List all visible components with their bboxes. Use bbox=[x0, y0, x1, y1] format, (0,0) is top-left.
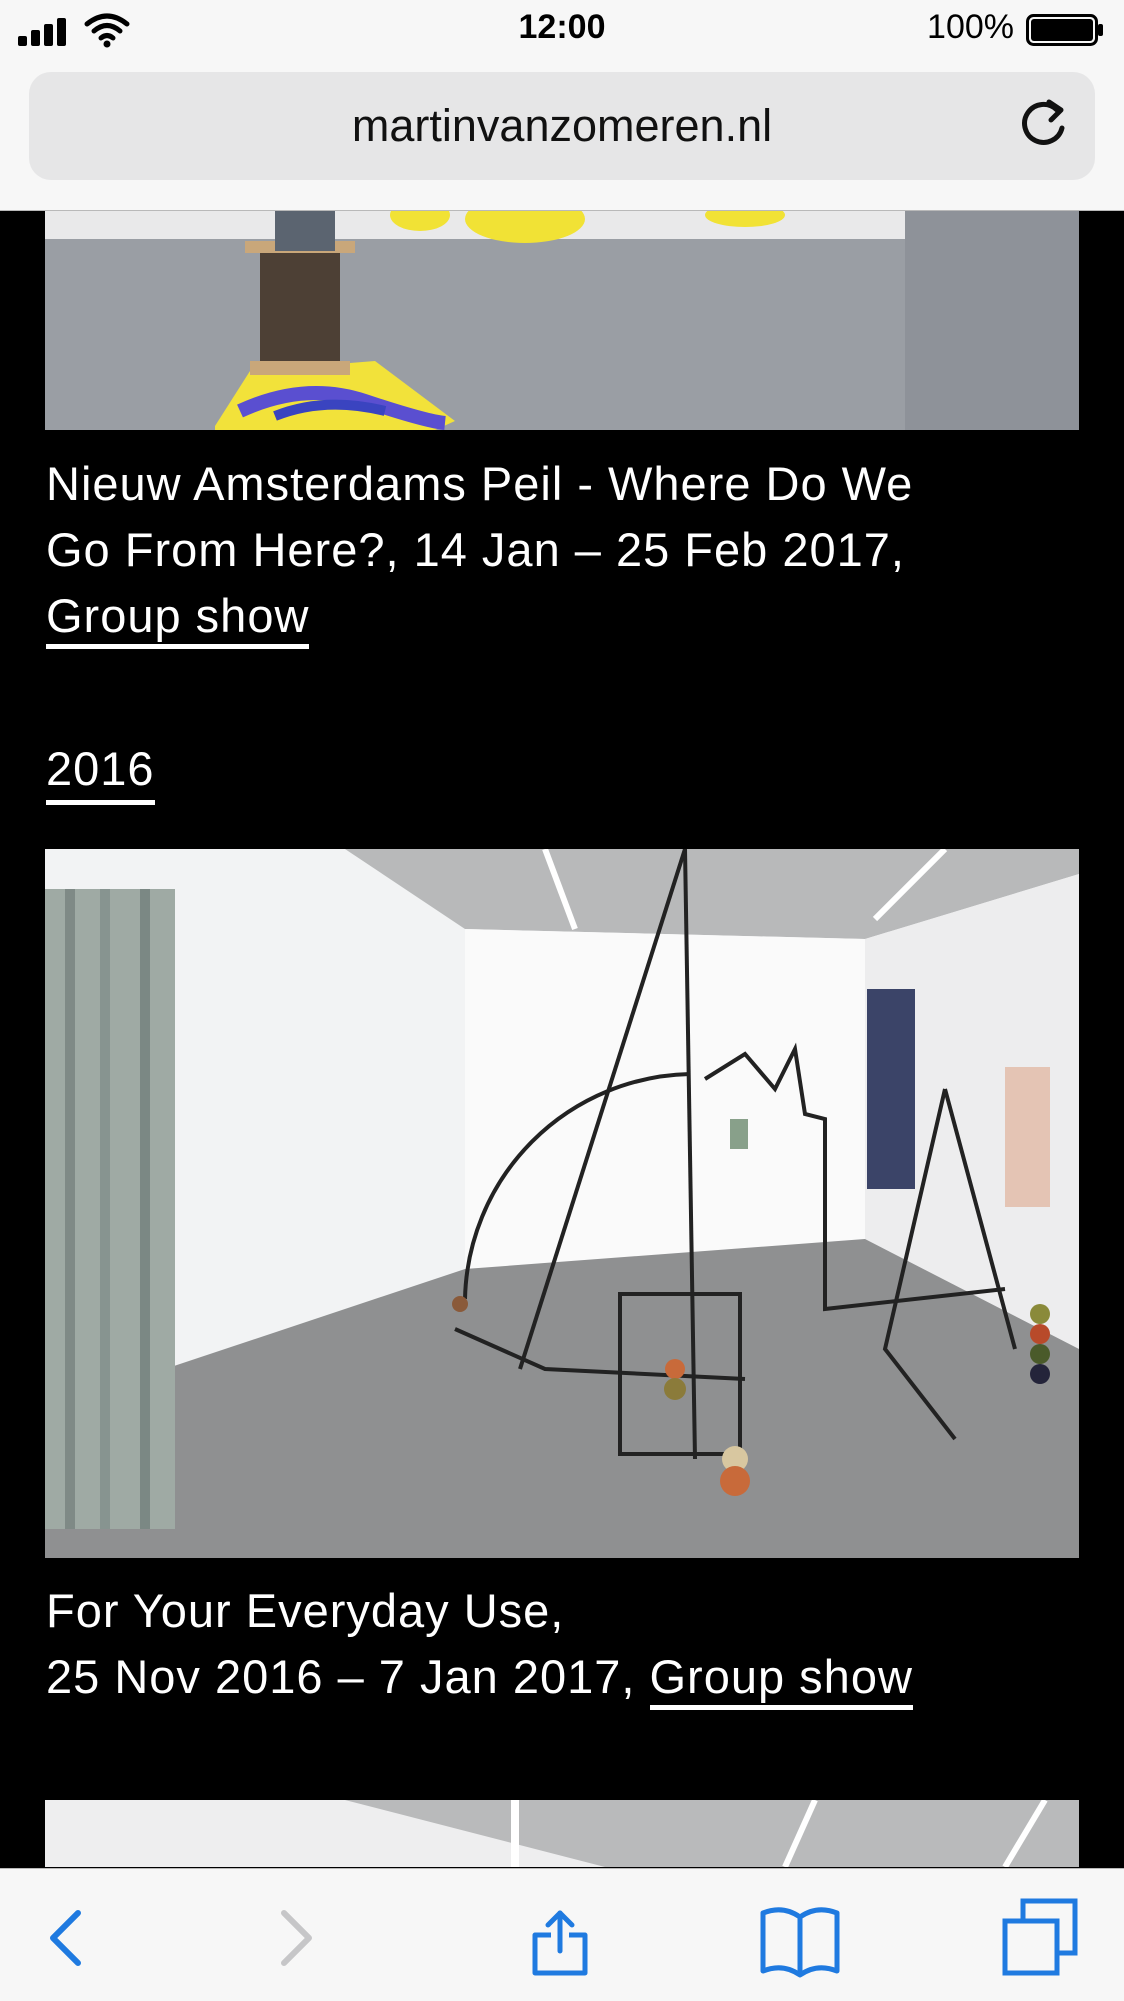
bookmarks-icon[interactable] bbox=[755, 1893, 845, 1983]
battery-icon bbox=[1026, 14, 1103, 46]
exhibition-caption-2: For Your Everyday Use, 25 Nov 2016 – 7 J… bbox=[46, 1578, 1086, 1710]
year-heading-2016[interactable]: 2016 bbox=[46, 741, 155, 805]
browser-top-bar: 12:00 100% martinvanzomeren.nl bbox=[0, 0, 1124, 211]
exhibition-photo-2[interactable] bbox=[45, 849, 1079, 1558]
share-icon[interactable] bbox=[515, 1893, 605, 1983]
exhibition-title-2: For Your Everyday Use, bbox=[46, 1584, 565, 1637]
url-text[interactable]: martinvanzomeren.nl bbox=[29, 100, 1095, 152]
reload-icon[interactable] bbox=[1013, 94, 1073, 154]
exhibition-photo-1[interactable] bbox=[45, 211, 1079, 430]
exhibition-caption-1: Nieuw Amsterdams Peil - Where Do We Go F… bbox=[46, 451, 1086, 649]
exhibition-photo-3[interactable] bbox=[45, 1800, 1079, 1867]
address-bar[interactable]: martinvanzomeren.nl bbox=[29, 72, 1095, 180]
browser-toolbar bbox=[0, 1868, 1124, 2001]
page-content: Nieuw Amsterdams Peil - Where Do We Go F… bbox=[0, 211, 1124, 1867]
battery-percentage: 100% bbox=[927, 8, 1014, 46]
group-show-link-2[interactable]: Group show bbox=[649, 1650, 913, 1710]
back-icon[interactable] bbox=[20, 1893, 110, 1983]
group-show-link-1[interactable]: Group show bbox=[46, 589, 310, 649]
exhibition-title-1: Nieuw Amsterdams Peil - Where Do We bbox=[46, 457, 914, 510]
exhibition-dates-2: 25 Nov 2016 – 7 Jan 2017, bbox=[46, 1650, 636, 1703]
exhibition-title-1-line2: Go From Here?, 14 Jan – 25 Feb 2017, bbox=[46, 523, 905, 576]
status-bar: 12:00 100% bbox=[0, 0, 1124, 62]
forward-icon[interactable] bbox=[252, 1893, 342, 1983]
tabs-icon[interactable] bbox=[995, 1893, 1085, 1983]
